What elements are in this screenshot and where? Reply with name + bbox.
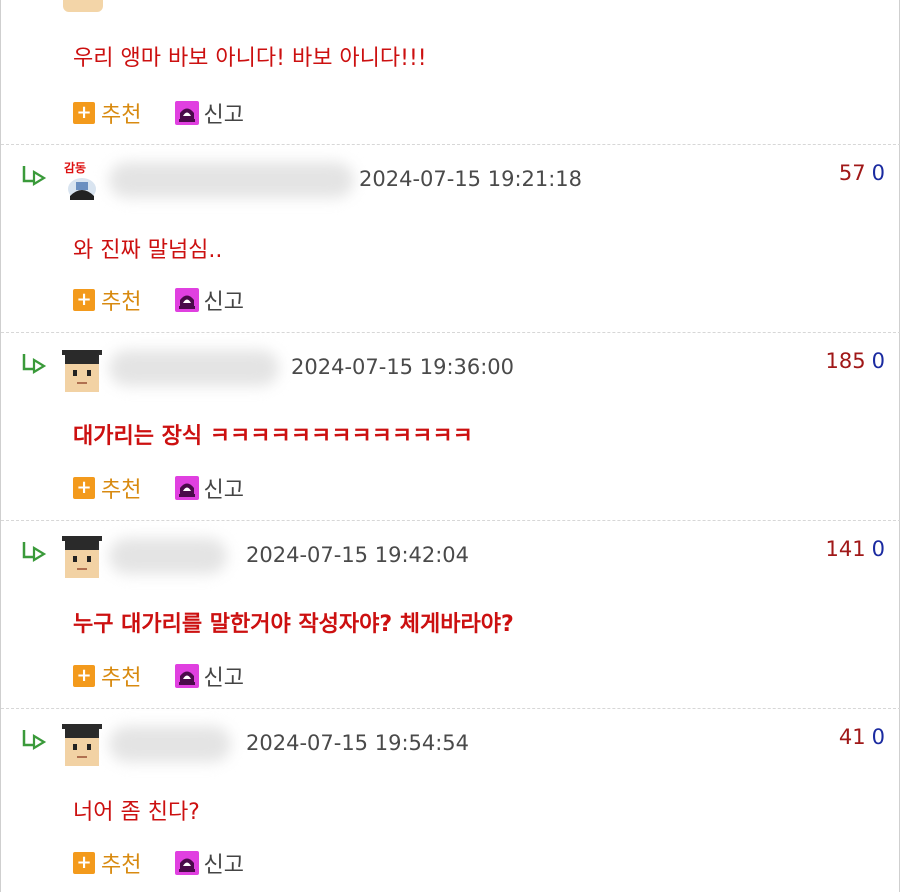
comment-date: 2024-07-15 19:54:54 — [246, 731, 470, 755]
username — [109, 162, 354, 198]
reply-arrow-icon — [22, 542, 47, 562]
vote-count: 141 0 — [826, 537, 885, 561]
comment-date: 2024-07-15 19:42:04 — [246, 543, 470, 567]
downvote-count: 0 — [871, 537, 885, 561]
report-button[interactable]: 신고 — [203, 847, 243, 879]
comment-actions: + 추천 신고 — [73, 847, 244, 879]
recommend-button[interactable]: 추천 — [101, 847, 141, 879]
comment-text: 대가리는 장식 ㅋㅋㅋㅋㅋㅋㅋㅋㅋㅋㅋㅋㅋ — [73, 424, 473, 449]
comment-date: 2024-07-15 19:21:18 — [359, 167, 583, 191]
username — [109, 350, 279, 386]
vote-count: 185 0 — [826, 349, 885, 373]
comment-item: 우리 앵마 바보 아니다! 바보 아니다!!! + 추천 신고 — [1, 0, 900, 145]
svg-text:감동: 감동 — [64, 160, 86, 175]
report-button[interactable]: 신고 — [203, 472, 243, 504]
siren-icon[interactable] — [175, 851, 200, 875]
plus-icon[interactable]: + — [73, 852, 95, 874]
downvote-count: 0 — [871, 725, 885, 749]
siren-icon[interactable] — [175, 101, 200, 125]
upvote-count: 185 — [825, 349, 866, 373]
avatar — [61, 722, 103, 768]
downvote-count: 0 — [871, 349, 885, 373]
avatar — [63, 0, 103, 12]
comment-item: 2024-07-15 19:54:54 41 0 너어 좀 친다? + 추천 신고 — [1, 708, 900, 892]
avatar — [61, 534, 103, 580]
avatar — [61, 348, 103, 394]
comment-actions: + 추천 신고 — [73, 97, 244, 129]
recommend-button[interactable]: 추천 — [101, 472, 141, 504]
vote-count: 41 0 — [839, 725, 885, 749]
plus-icon[interactable]: + — [73, 289, 95, 311]
upvote-count: 57 — [838, 161, 866, 185]
reply-arrow-icon — [22, 730, 47, 750]
vote-count: 57 0 — [839, 161, 885, 185]
comment-actions: + 추천 신고 — [73, 660, 244, 692]
username — [109, 538, 227, 574]
upvote-count: 141 — [825, 537, 866, 561]
siren-icon[interactable] — [175, 476, 200, 500]
comment-item: 감동 2024-07-15 19:21:18 57 0 와 진짜 말넘심.. + … — [1, 144, 900, 333]
plus-icon[interactable]: + — [73, 665, 95, 687]
recommend-button[interactable]: 추천 — [101, 660, 141, 692]
comment-list: 우리 앵마 바보 아니다! 바보 아니다!!! + 추천 신고 감동 2024-… — [0, 0, 900, 892]
comment-item: 2024-07-15 19:36:00 185 0 대가리는 장식 ㅋㅋㅋㅋㅋㅋㅋ… — [1, 332, 900, 521]
siren-icon[interactable] — [175, 288, 200, 312]
siren-icon[interactable] — [175, 664, 200, 688]
comment-item: 2024-07-15 19:42:04 141 0 누구 대가리를 말한거야 작성… — [1, 520, 900, 709]
comment-actions: + 추천 신고 — [73, 284, 244, 316]
recommend-button[interactable]: 추천 — [101, 284, 141, 316]
reply-arrow-icon — [22, 166, 47, 186]
recommend-button[interactable]: 추천 — [101, 97, 141, 129]
upvote-count: 41 — [838, 725, 866, 749]
comment-text: 와 진짜 말넘심.. — [73, 238, 223, 263]
downvote-count: 0 — [871, 161, 885, 185]
report-button[interactable]: 신고 — [203, 284, 243, 316]
avatar: 감동 — [61, 158, 103, 204]
reply-arrow-icon — [22, 354, 47, 374]
comment-date: 2024-07-15 19:36:00 — [291, 355, 515, 379]
plus-icon[interactable]: + — [73, 102, 95, 124]
comment-actions: + 추천 신고 — [73, 472, 244, 504]
plus-icon[interactable]: + — [73, 477, 95, 499]
comment-text: 너어 좀 친다? — [73, 800, 200, 825]
username — [109, 726, 231, 762]
comment-text: 누구 대가리를 말한거야 작성자야? 체게바라야? — [73, 612, 514, 637]
comment-text: 우리 앵마 바보 아니다! 바보 아니다!!! — [73, 46, 427, 71]
report-button[interactable]: 신고 — [203, 97, 243, 129]
report-button[interactable]: 신고 — [203, 660, 243, 692]
